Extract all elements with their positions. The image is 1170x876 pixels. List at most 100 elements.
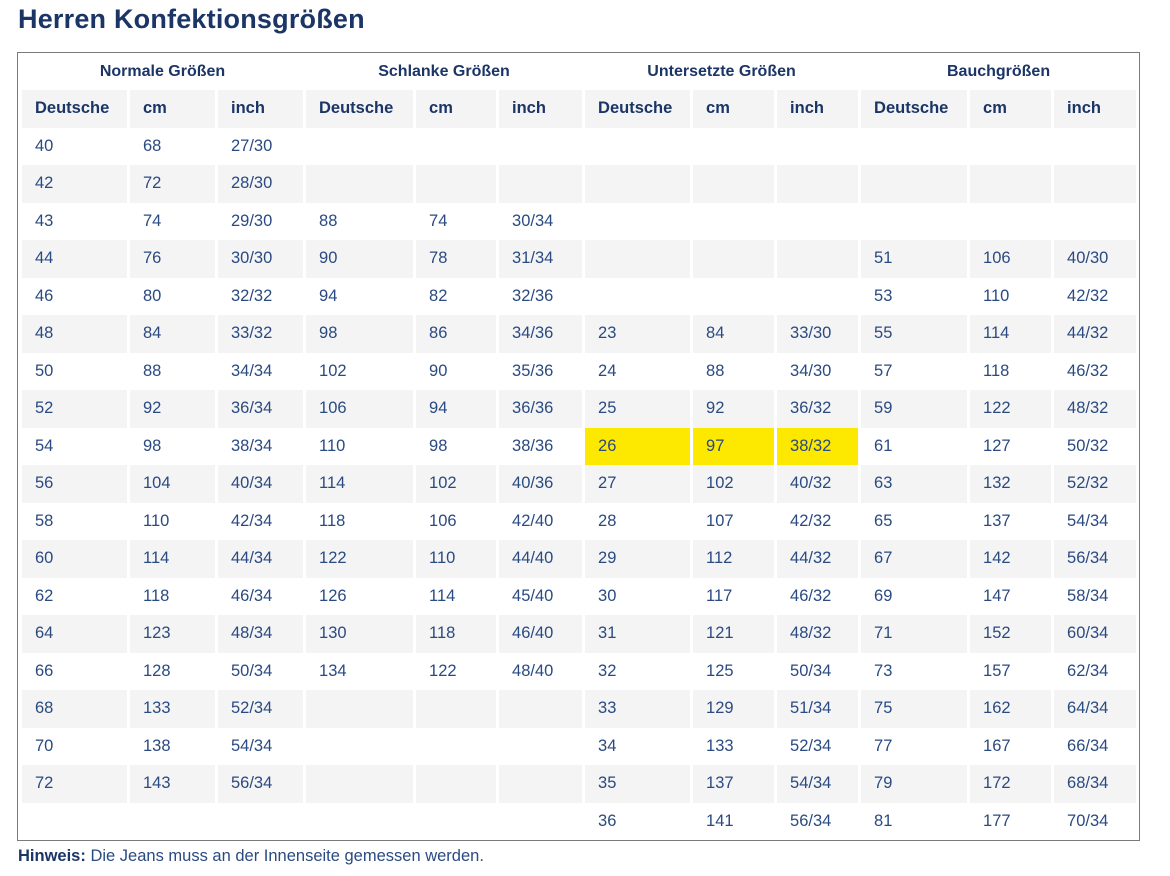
table-cell: 88 <box>319 211 338 230</box>
table-cell: 29/30 <box>231 211 273 230</box>
table-cell: 36/32 <box>777 390 859 428</box>
table-cell: 114 <box>429 586 456 605</box>
table-cell: 141 <box>706 811 734 830</box>
table-cell: 143 <box>130 765 215 803</box>
table-cell: 92 <box>130 390 215 428</box>
table-cell <box>970 128 1051 166</box>
table-cell: 55 <box>861 315 968 353</box>
table-cell: 34 <box>598 736 617 755</box>
table-cell <box>693 278 774 316</box>
table-cell: 122 <box>970 390 1052 428</box>
table-cell: 50 <box>35 361 54 380</box>
table-cell: 74 <box>429 211 448 230</box>
table-cell: 134 <box>319 661 347 680</box>
table-cell: 114 <box>306 465 414 503</box>
table-cell <box>777 203 858 241</box>
table-cell <box>306 690 414 728</box>
column-header: Deutsche <box>306 90 414 128</box>
table-cell: 60 <box>22 540 127 578</box>
table-cell: 133 <box>130 690 215 728</box>
table-cell: 43 <box>35 211 54 230</box>
table-cell: 62 <box>35 586 54 605</box>
table-cell: 44 <box>22 240 127 278</box>
table-cell: 75 <box>861 690 968 728</box>
table-cell: 59 <box>861 390 968 428</box>
table-cell: 40/32 <box>777 465 859 503</box>
table-cell: 42/34 <box>231 511 273 530</box>
table-cell: 130 <box>306 615 414 653</box>
table-cell: 45/40 <box>512 586 554 605</box>
table-cell: 70 <box>35 736 54 755</box>
table-cell: 48/34 <box>218 615 304 653</box>
table-cell: 98 <box>429 436 448 455</box>
table-row: 62 118 46/34 126 114 45/40 30 117 46/32 69 147 58/3… <box>22 578 1136 616</box>
table-cell: 82 <box>429 286 448 305</box>
note-text: Die Jeans muss an der Innenseite gemesse… <box>85 847 484 865</box>
table-cell: 117 <box>706 586 733 605</box>
table-cell: 80 <box>143 286 162 305</box>
table-cell: 44/32 <box>777 540 859 578</box>
table-row: 44 76 30/30 90 78 31/34 51 106 40/30 <box>22 240 1137 278</box>
table-cell: 54/34 <box>231 736 273 755</box>
table-cell <box>306 803 413 841</box>
table-cell: 110 <box>983 286 1010 305</box>
table-cell: 48/32 <box>777 615 859 653</box>
table-row: 60 114 44/34 122 110 44/40 29 112 44/32 67 142 56/3… <box>22 540 1137 578</box>
table-cell: 57 <box>874 361 893 380</box>
table-cell: 23 <box>585 315 691 353</box>
table-cell <box>693 203 774 241</box>
table-cell: 77 <box>874 736 893 755</box>
table-cell: 56 <box>22 465 127 503</box>
table-cell: 118 <box>143 586 170 605</box>
table-cell: 50/34 <box>231 661 273 680</box>
table-cell: 52/34 <box>790 736 832 755</box>
table-cell: 106 <box>970 240 1052 278</box>
group-header-stocky: Untersetzte Größen <box>647 63 796 80</box>
table-row: 72 143 56/34 35 137 54/34 79 172 68/34 <box>22 765 1137 803</box>
table-cell <box>416 765 497 803</box>
table-cell: 40/34 <box>218 465 304 503</box>
table-cell <box>585 165 691 203</box>
table-cell <box>499 128 582 166</box>
table-row: 66 128 50/34 134 122 48/40 32 125 50/34 73 157 62/3… <box>22 653 1136 691</box>
table-cell: 66/34 <box>1067 736 1109 755</box>
table-cell: 177 <box>983 811 1011 830</box>
table-cell: 118 <box>416 615 497 653</box>
table-cell: 64/34 <box>1054 690 1137 728</box>
table-cell: 102 <box>416 465 497 503</box>
table-cell: 110 <box>319 436 346 455</box>
table-row: 52 92 36/34 106 94 36/36 25 92 36/32 59 122 48/32 <box>22 390 1137 428</box>
table-cell: 102 <box>693 465 775 503</box>
table-cell: 38/34 <box>231 436 273 455</box>
table-cell: 63 <box>861 465 968 503</box>
table-cell: 29 <box>585 540 691 578</box>
table-cell <box>499 165 583 203</box>
column-header: inch <box>218 90 304 128</box>
table-cell: 54/34 <box>1067 511 1109 530</box>
table-cell <box>1054 128 1136 166</box>
table-cell: 44/34 <box>218 540 304 578</box>
table-cell: 52 <box>22 390 127 428</box>
table-head: Normale Größen Schlanke Größen Untersetz… <box>22 54 1137 128</box>
group-header-slim: Schlanke Größen <box>378 63 510 80</box>
table-cell: 58/34 <box>1067 586 1109 605</box>
table-cell <box>777 240 859 278</box>
table-cell: 52/32 <box>1054 465 1137 503</box>
table-cell: 61 <box>874 436 893 455</box>
table-cell: 74 <box>143 211 162 230</box>
table-cell: 42 <box>22 165 127 203</box>
table-cell: 106 <box>306 390 414 428</box>
table-cell: 137 <box>983 511 1011 530</box>
table-cell: 147 <box>983 586 1011 605</box>
table-cell: 122 <box>306 540 414 578</box>
table-cell: 50/34 <box>790 661 832 680</box>
table-row: 68 133 52/34 33 129 51/34 75 162 64/34 <box>22 690 1137 728</box>
table-cell: 30/30 <box>218 240 304 278</box>
table-cell: 42/32 <box>790 511 832 530</box>
table-cell <box>585 278 690 316</box>
table-cell: 54 <box>35 436 54 455</box>
table-cell: 138 <box>143 736 171 755</box>
table-cell: 129 <box>693 690 775 728</box>
table-cell: 128 <box>143 661 171 680</box>
table-cell: 31 <box>585 615 691 653</box>
